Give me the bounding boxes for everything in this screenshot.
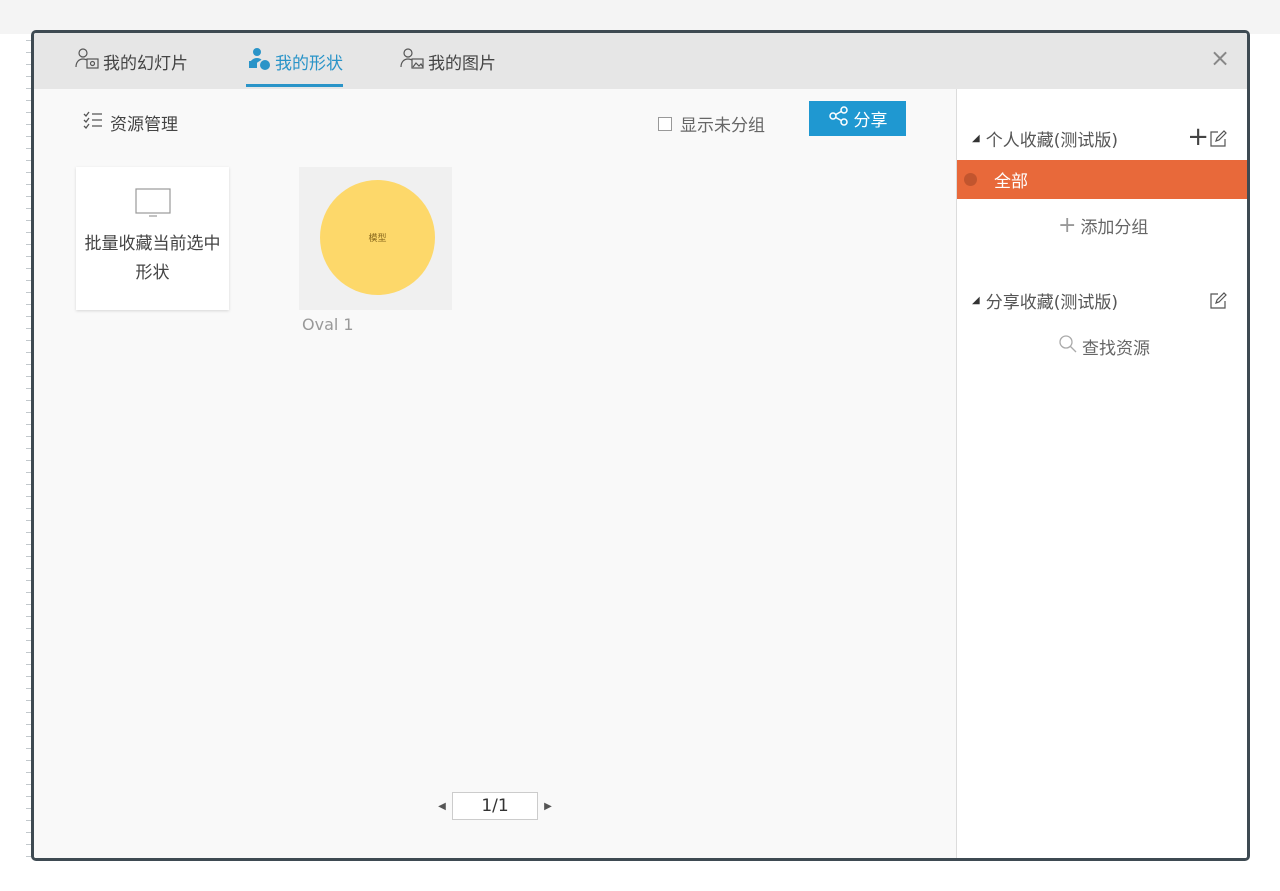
tab-label: 我的图片 bbox=[428, 54, 496, 74]
share-icon bbox=[828, 105, 850, 132]
shape-thumbnail-card[interactable]: 模型 bbox=[299, 167, 452, 310]
show-ungrouped-label: 显示未分组 bbox=[680, 116, 765, 136]
tab-my-shapes[interactable]: 我的形状 bbox=[246, 48, 343, 87]
show-ungrouped-checkbox[interactable] bbox=[658, 116, 672, 131]
oval-shape-preview: 模型 bbox=[320, 180, 435, 295]
page-indicator: 1/1 bbox=[452, 792, 538, 820]
personal-collection-label: 个人收藏(测试版) bbox=[985, 130, 1118, 151]
batch-collect-line-1: 批量收藏当前选中 bbox=[84, 234, 221, 254]
edit-personal-icon[interactable] bbox=[1209, 130, 1227, 148]
share-label: 分享 bbox=[853, 111, 888, 131]
search-icon bbox=[1058, 334, 1078, 359]
find-resource-button[interactable]: 查找资源 bbox=[1058, 334, 1150, 359]
next-page-button[interactable]: ▶ bbox=[540, 796, 556, 816]
add-group-button[interactable]: + 添加分组 bbox=[1058, 213, 1148, 238]
tab-my-slides[interactable]: 我的幻灯片 bbox=[74, 48, 188, 87]
find-resource-label: 查找资源 bbox=[1082, 339, 1150, 359]
slides-user-icon bbox=[74, 48, 100, 77]
batch-collect-card[interactable]: 批量收藏当前选中 形状 bbox=[76, 167, 229, 310]
prev-page-button[interactable]: ◀ bbox=[434, 796, 450, 816]
tab-my-images[interactable]: 我的图片 bbox=[399, 48, 496, 87]
caret-right-icon: ▶ bbox=[544, 800, 552, 812]
caret-left-icon: ◀ bbox=[438, 800, 446, 812]
shapes-user-icon bbox=[246, 48, 272, 77]
batch-collect-text: 批量收藏当前选中 形状 bbox=[76, 230, 229, 288]
main-panel: 资源管理 显示未分组 分享 批量收藏当前选中 形状 模型 Oval 1 ◀ 1/… bbox=[34, 89, 956, 858]
batch-collect-line-2: 形状 bbox=[135, 263, 170, 283]
tab-label: 我的形状 bbox=[275, 54, 343, 74]
close-button[interactable]: × bbox=[1207, 44, 1233, 72]
shared-collection-header[interactable]: ◢ 分享收藏(测试版) bbox=[972, 288, 1227, 313]
shape-name-label: Oval 1 bbox=[302, 315, 354, 334]
show-ungrouped-option: 显示未分组 bbox=[658, 111, 765, 136]
resource-management-label: 资源管理 bbox=[110, 115, 178, 135]
shared-collection-label: 分享收藏(测试版) bbox=[985, 292, 1118, 313]
background-app-strip bbox=[0, 0, 1280, 34]
close-icon: × bbox=[1209, 44, 1231, 72]
collection-item-all-label: 全部 bbox=[994, 172, 1028, 192]
plus-icon: + bbox=[1058, 212, 1077, 238]
edit-shared-icon[interactable] bbox=[1209, 292, 1227, 310]
add-group-label: 添加分组 bbox=[1080, 218, 1149, 238]
pagination: ◀ 1/1 ▶ bbox=[434, 792, 556, 820]
collapse-triangle-icon: ◢ bbox=[972, 294, 980, 306]
tab-label: 我的幻灯片 bbox=[103, 54, 188, 74]
all-dot-icon bbox=[964, 173, 977, 186]
add-collection-icon[interactable]: + bbox=[1187, 124, 1209, 150]
images-user-icon bbox=[399, 48, 425, 77]
collection-item-all[interactable]: 全部 bbox=[957, 160, 1247, 199]
tab-bar: 我的幻灯片 我的形状 我的图片 × bbox=[34, 33, 1247, 89]
share-button[interactable]: 分享 bbox=[809, 101, 906, 136]
resource-management-button[interactable]: 资源管理 bbox=[82, 109, 178, 136]
collections-sidebar: ◢ 个人收藏(测试版) + 全部 + 添加分组 ◢ 分享收藏(测试版) 查找资源 bbox=[956, 89, 1247, 858]
oval-shape-text: 模型 bbox=[368, 234, 387, 244]
resource-dialog: 我的幻灯片 我的形状 我的图片 × 资源管理 显示未分组 分享 批量收藏当前选中… bbox=[31, 30, 1250, 861]
collapse-triangle-icon: ◢ bbox=[972, 132, 980, 144]
checklist-icon bbox=[82, 109, 104, 136]
